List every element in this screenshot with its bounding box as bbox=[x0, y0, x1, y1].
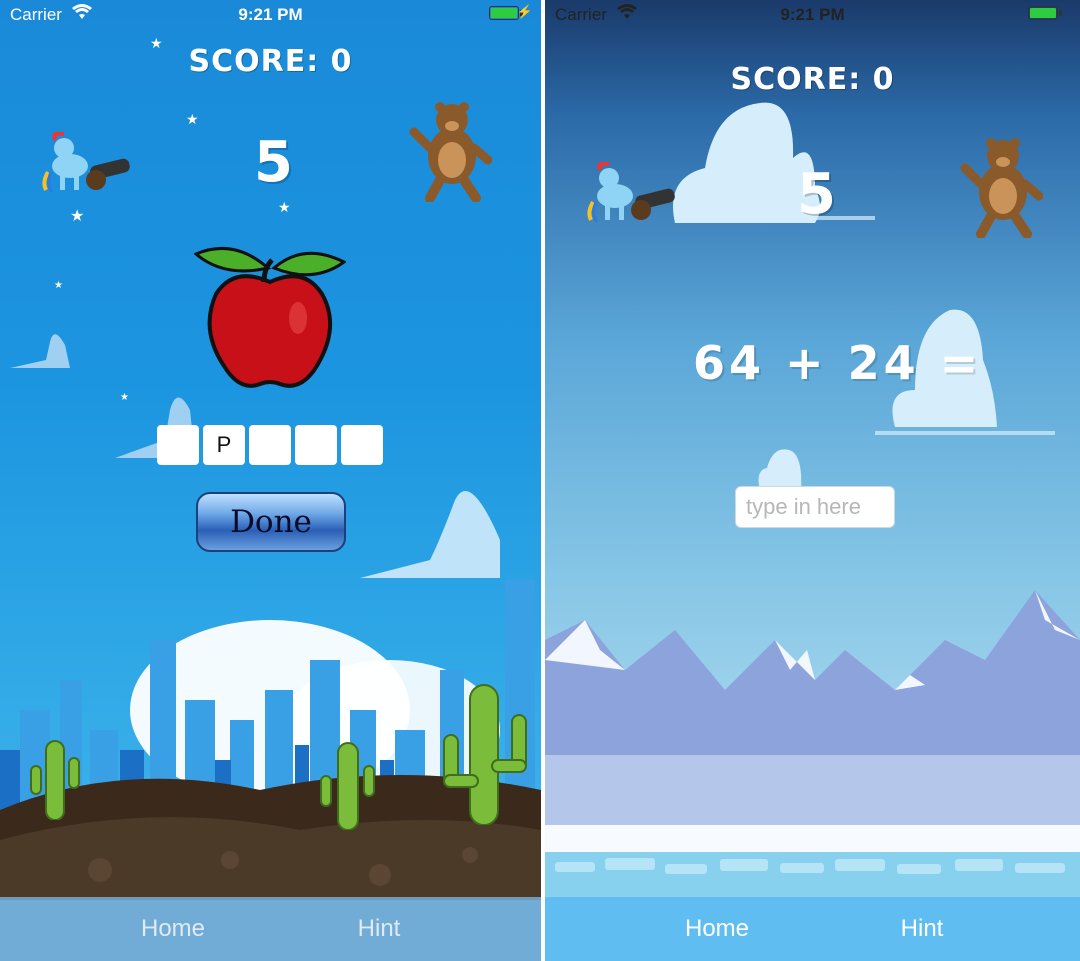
letter-box[interactable] bbox=[249, 425, 291, 465]
star-decoration: ★ bbox=[70, 206, 85, 225]
battery-icon bbox=[1028, 6, 1062, 20]
cactus-icon bbox=[443, 684, 527, 825]
letter-box[interactable] bbox=[341, 425, 383, 465]
star-decoration: ★ bbox=[278, 200, 291, 216]
countdown-timer: 5 bbox=[797, 162, 836, 227]
charging-icon: ⚡ bbox=[516, 4, 533, 19]
score-label: SCORE: 0 bbox=[188, 44, 353, 79]
clock-label: 9:21 PM bbox=[780, 5, 845, 24]
countdown-timer: 5 bbox=[254, 130, 293, 195]
word-game-screen: ★ ★ ★ ★ ★ ★ Carrier 9:21 PM ⚡ SCORE: 0 5… bbox=[0, 0, 541, 961]
score-label: SCORE: 0 bbox=[730, 62, 895, 97]
cloud-decoration bbox=[360, 491, 500, 578]
tab-hint[interactable]: Hint bbox=[304, 897, 454, 961]
bear-icon bbox=[409, 102, 492, 202]
cloud-decoration bbox=[10, 334, 70, 368]
mountain-scene bbox=[545, 590, 1080, 900]
star-decoration: ★ bbox=[120, 392, 129, 403]
letter-box[interactable]: P bbox=[203, 425, 245, 465]
done-button[interactable]: Done bbox=[196, 492, 346, 552]
status-bar: Carrier 9:21 PM bbox=[545, 0, 1080, 28]
letter-box[interactable] bbox=[295, 425, 337, 465]
tab-home[interactable]: Home bbox=[642, 897, 792, 961]
status-bar: Carrier 9:21 PM ⚡ bbox=[0, 0, 541, 28]
pony-cannon-icon bbox=[587, 162, 675, 223]
letter-box[interactable] bbox=[157, 425, 199, 465]
pony-cannon-icon bbox=[42, 132, 130, 193]
cactus-icon bbox=[30, 740, 80, 820]
tab-bar: Home Hint bbox=[545, 897, 1080, 961]
battery-icon bbox=[489, 6, 523, 20]
bear-icon bbox=[960, 138, 1043, 238]
math-game-screen: Carrier 9:21 PM SCORE: 0 5 64 + 24 = Hom… bbox=[545, 0, 1080, 961]
math-equation: 64 + 24 = bbox=[693, 336, 983, 390]
clock-label: 9:21 PM bbox=[238, 5, 303, 24]
apple-image bbox=[194, 247, 346, 388]
star-decoration: ★ bbox=[54, 280, 63, 291]
tab-home[interactable]: Home bbox=[98, 897, 248, 961]
cloud-decoration bbox=[673, 102, 875, 223]
tab-hint[interactable]: Hint bbox=[847, 897, 997, 961]
star-decoration: ★ bbox=[186, 112, 199, 128]
answer-input[interactable] bbox=[735, 486, 895, 528]
cactus-icon bbox=[320, 742, 375, 830]
tab-bar: Home Hint bbox=[0, 897, 541, 961]
